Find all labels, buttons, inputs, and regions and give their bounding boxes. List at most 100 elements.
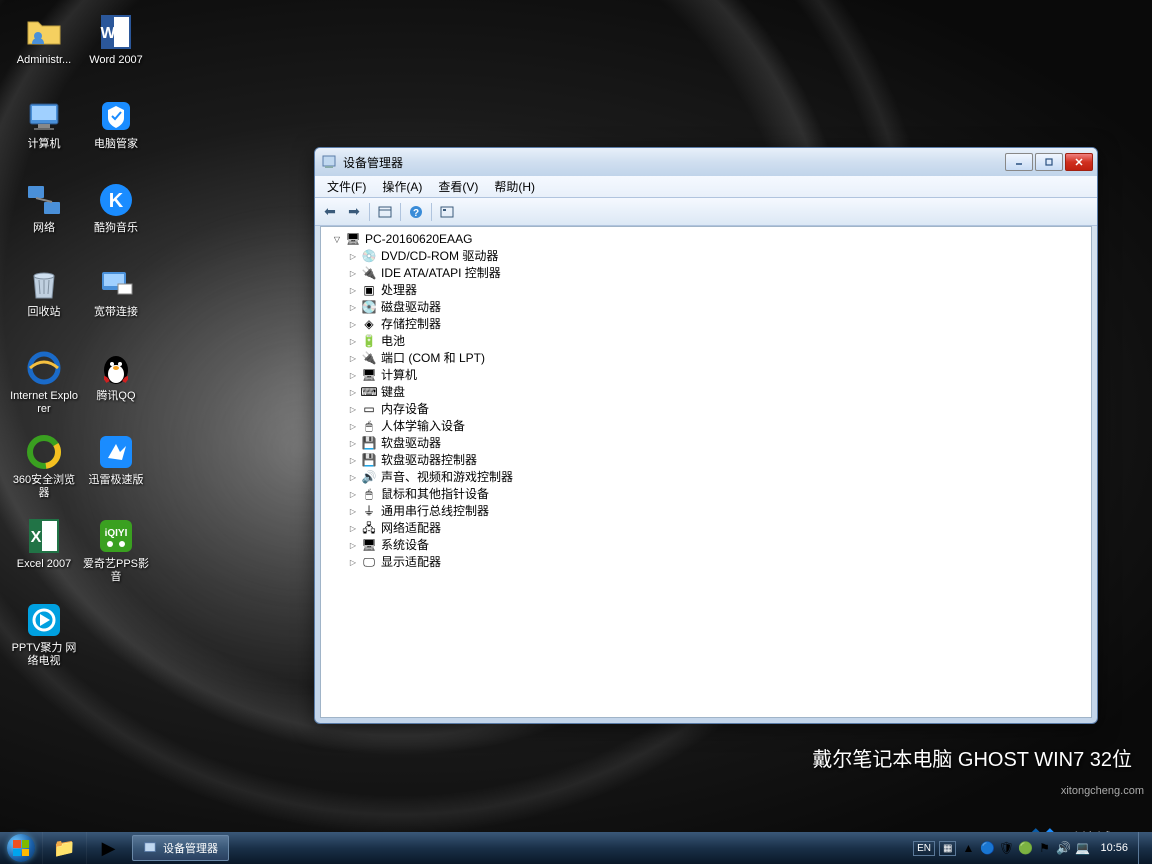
desktop-icon-pc-manager[interactable]: 电脑管家 [80, 92, 152, 174]
tree-node[interactable]: ◈存储控制器 [325, 316, 1089, 333]
toolbar-show-hidden-button[interactable] [374, 201, 396, 223]
toolbar-help-button[interactable]: ? [405, 201, 427, 223]
expand-icon[interactable] [347, 370, 359, 382]
desktop-icon-360browser[interactable]: 360安全浏览器 [8, 428, 80, 510]
tree-node[interactable]: ⏚通用串行总线控制器 [325, 503, 1089, 520]
icon-label: 爱奇艺PPS影音 [81, 558, 151, 584]
tray-icon-4[interactable]: ⚑ [1036, 840, 1052, 856]
desktop-icon-iqiyi[interactable]: iQIYI爱奇艺PPS影音 [80, 512, 152, 594]
desktop-icon-broadband[interactable]: 宽带连接 [80, 260, 152, 342]
tree-root-node[interactable]: 🖥PC-20160620EAAG [325, 231, 1089, 248]
desktop-icon-xunlei[interactable]: 迅雷极速版 [80, 428, 152, 510]
taskbar-task-devmgr[interactable]: 设备管理器 [132, 835, 229, 861]
expand-icon[interactable] [347, 268, 359, 280]
desktop-icon-excel2007[interactable]: XExcel 2007 [8, 512, 80, 594]
desktop-icon-ie[interactable]: Internet Explorer [8, 344, 80, 426]
iqiyi-icon: iQIYI [96, 516, 136, 556]
menu-view[interactable]: 查看(V) [430, 176, 486, 197]
nav-back-button[interactable]: ⬅ [319, 201, 341, 223]
menu-help[interactable]: 帮助(H) [486, 176, 543, 197]
tray-icon-0[interactable]: ▲ [960, 840, 976, 856]
desktop[interactable]: Administr...WWord 2007计算机电脑管家网络K酷狗音乐回收站宽… [0, 0, 1152, 832]
tree-node[interactable]: ⌨键盘 [325, 384, 1089, 401]
clock[interactable]: 10:56 [1094, 842, 1134, 854]
tree-node[interactable]: 🖥系统设备 [325, 537, 1089, 554]
menu-action[interactable]: 操作(A) [374, 176, 430, 197]
tree-node[interactable]: 💽磁盘驱动器 [325, 299, 1089, 316]
expand-icon[interactable] [347, 404, 359, 416]
explorer-icon: 📁 [53, 838, 75, 859]
tray-icon-2[interactable]: 🛡 [998, 840, 1014, 856]
maximize-button[interactable] [1035, 153, 1063, 171]
tree-node[interactable]: 🖥计算机 [325, 367, 1089, 384]
expand-icon[interactable] [347, 421, 359, 433]
node-label: 声音、视频和游戏控制器 [381, 469, 513, 486]
tree-node[interactable]: 🖱鼠标和其他指针设备 [325, 486, 1089, 503]
desktop-icon-qq[interactable]: 腾讯QQ [80, 344, 152, 426]
language-indicator[interactable]: EN [913, 841, 935, 856]
tree-node[interactable]: 💿DVD/CD-ROM 驱动器 [325, 248, 1089, 265]
expand-icon[interactable] [347, 285, 359, 297]
desktop-icon-recycle[interactable]: 回收站 [8, 260, 80, 342]
node-label: PC-20160620EAAG [365, 231, 472, 248]
expand-icon[interactable] [347, 251, 359, 263]
tree-node[interactable]: 🔌端口 (COM 和 LPT) [325, 350, 1089, 367]
expand-icon[interactable] [347, 353, 359, 365]
desktop-icon-computer[interactable]: 计算机 [8, 92, 80, 174]
wallpaper-watermark: 戴尔笔记本电脑 GHOST WIN7 32位 [812, 743, 1132, 772]
expand-icon[interactable] [347, 302, 359, 314]
expand-icon[interactable] [347, 319, 359, 331]
tree-node[interactable]: ▣处理器 [325, 282, 1089, 299]
minimize-button[interactable] [1005, 153, 1033, 171]
show-desktop-button[interactable] [1138, 832, 1148, 864]
device-category-icon: 🖧 [361, 521, 377, 537]
expand-icon[interactable] [347, 523, 359, 535]
node-label: 显示适配器 [381, 554, 441, 571]
menu-file[interactable]: 文件(F) [319, 176, 374, 197]
ime-indicator[interactable]: ▦ [939, 841, 956, 856]
administrator-icon [24, 12, 64, 52]
tree-node[interactable]: 🔋电池 [325, 333, 1089, 350]
tray-icon-1[interactable]: 🔵 [979, 840, 995, 856]
expand-icon[interactable] [331, 234, 343, 246]
device-category-icon: ⏚ [361, 504, 377, 520]
start-button[interactable] [0, 832, 42, 864]
nav-forward-button[interactable]: ➡ [343, 201, 365, 223]
tray-icon-5[interactable]: 🔊 [1055, 840, 1071, 856]
expand-icon[interactable] [347, 489, 359, 501]
desktop-icon-administrator[interactable]: Administr... [8, 8, 80, 90]
expand-icon[interactable] [347, 387, 359, 399]
desktop-icon-word2007[interactable]: WWord 2007 [80, 8, 152, 90]
tree-node[interactable]: ▭内存设备 [325, 401, 1089, 418]
toolbar-scan-button[interactable] [436, 201, 458, 223]
expand-icon[interactable] [347, 438, 359, 450]
tree-node[interactable]: 🔌IDE ATA/ATAPI 控制器 [325, 265, 1089, 282]
tree-node[interactable]: 🖧网络适配器 [325, 520, 1089, 537]
tray-icon-3[interactable]: 🟢 [1017, 840, 1033, 856]
tray-icon-6[interactable]: 💻 [1074, 840, 1090, 856]
tree-node[interactable]: 🖱人体学输入设备 [325, 418, 1089, 435]
titlebar[interactable]: 设备管理器 [315, 148, 1097, 176]
toolbar: ⬅ ➡ ? [315, 198, 1097, 226]
expand-icon[interactable] [347, 540, 359, 552]
tree-node[interactable]: 🔊声音、视频和游戏控制器 [325, 469, 1089, 486]
pinned-wmp[interactable]: ▶ [86, 832, 130, 864]
device-category-icon: 🔋 [361, 334, 377, 350]
desktop-icon-kugou[interactable]: K酷狗音乐 [80, 176, 152, 258]
close-button[interactable] [1065, 153, 1093, 171]
tree-node[interactable]: 💾软盘驱动器 [325, 435, 1089, 452]
expand-icon[interactable] [347, 506, 359, 518]
tree-node[interactable]: 🖵显示适配器 [325, 554, 1089, 571]
pinned-explorer[interactable]: 📁 [42, 832, 86, 864]
app-icon [321, 154, 337, 170]
desktop-icon-pptv[interactable]: PPTV聚力 网络电视 [8, 596, 80, 678]
expand-icon[interactable] [347, 455, 359, 467]
expand-icon[interactable] [347, 472, 359, 484]
expand-icon[interactable] [347, 336, 359, 348]
expand-icon[interactable] [347, 557, 359, 569]
icon-label: Word 2007 [89, 54, 143, 67]
node-label: 网络适配器 [381, 520, 441, 537]
desktop-icon-network[interactable]: 网络 [8, 176, 80, 258]
tree-view[interactable]: 🖥PC-20160620EAAG💿DVD/CD-ROM 驱动器🔌IDE ATA/… [320, 226, 1092, 718]
tree-node[interactable]: 💾软盘驱动器控制器 [325, 452, 1089, 469]
